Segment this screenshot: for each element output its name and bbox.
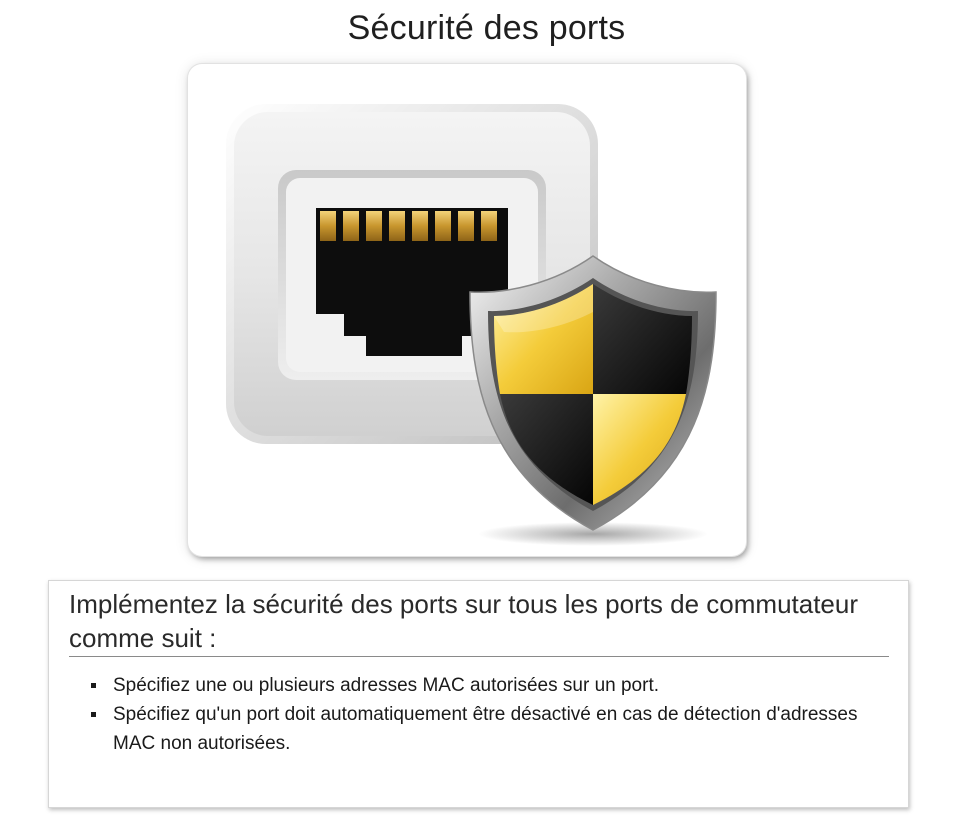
- bullet-list: Spécifiez une ou plusieurs adresses MAC …: [89, 671, 869, 758]
- list-item-text: Spécifiez qu'un port doit automatiquemen…: [113, 704, 858, 754]
- bullet-icon: [91, 712, 96, 717]
- list-item: Spécifiez une ou plusieurs adresses MAC …: [89, 671, 869, 700]
- list-item-text: Spécifiez une ou plusieurs adresses MAC …: [113, 675, 659, 696]
- bullet-icon: [91, 683, 96, 688]
- heading-divider: [69, 656, 889, 657]
- page-title: Sécurité des ports: [347, 9, 626, 47]
- ethernet-port-shield-icon: [226, 104, 717, 546]
- shield-icon: [469, 255, 717, 531]
- illustration-card: [188, 64, 746, 556]
- list-item: Spécifiez qu'un port doit automatiquemen…: [89, 700, 869, 758]
- info-heading: Implémentez la sécurité des ports sur to…: [69, 589, 859, 653]
- info-panel: Implémentez la sécurité des ports sur to…: [48, 580, 909, 808]
- page: Sécurité des ports Implémentez la sécuri…: [0, 0, 973, 835]
